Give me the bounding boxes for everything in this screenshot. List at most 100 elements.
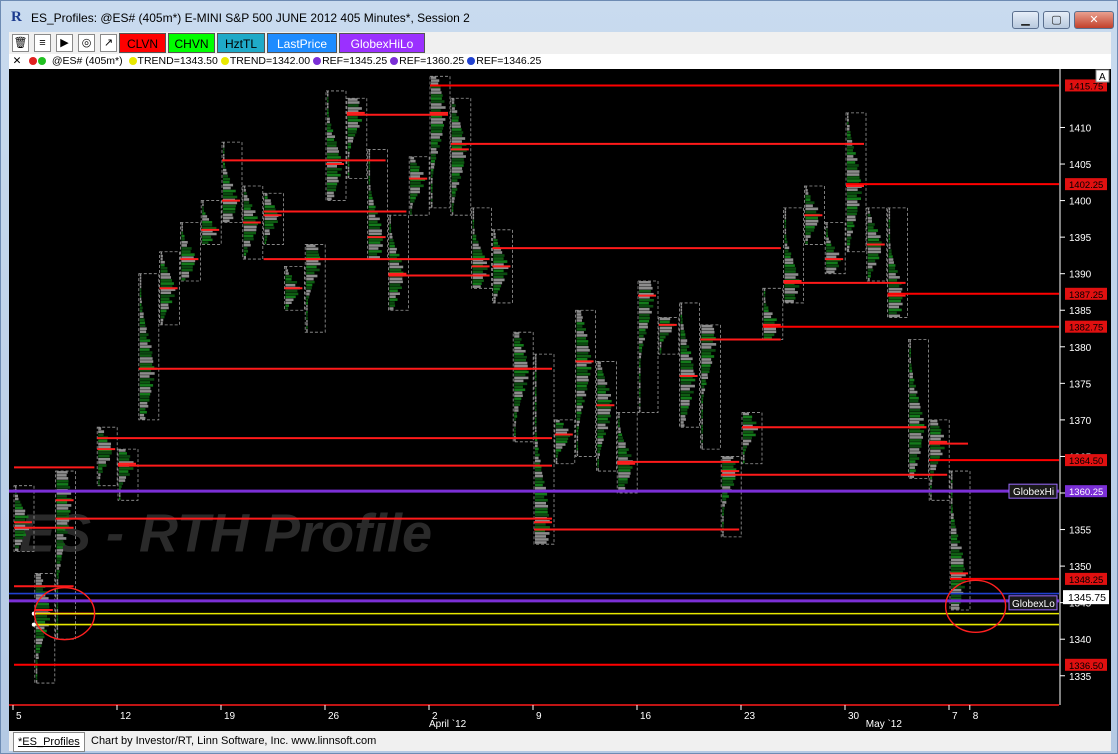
profile-row bbox=[431, 109, 441, 112]
profile-row bbox=[35, 677, 38, 680]
profile-row bbox=[98, 479, 100, 483]
profile-row bbox=[909, 381, 914, 385]
profile-row bbox=[389, 218, 391, 221]
profile-row bbox=[597, 408, 611, 412]
bar-chart-icon[interactable]: ≡ bbox=[34, 34, 51, 52]
profile-row bbox=[472, 234, 477, 238]
title-bar[interactable]: R ES_Profiles: @ES# (405m*) E-MINI S&P 5… bbox=[1, 1, 1117, 31]
profile-row bbox=[535, 541, 547, 544]
profile-row bbox=[535, 504, 549, 508]
clvn-button[interactable]: CLVN bbox=[119, 33, 166, 53]
profile-row bbox=[347, 122, 358, 125]
profile-row bbox=[909, 442, 922, 445]
chart-window: R ES_Profiles: @ES# (405m*) E-MINI S&P 5… bbox=[0, 0, 1118, 754]
profile-row bbox=[909, 387, 915, 391]
chart-tab[interactable]: *ES_Profiles bbox=[13, 732, 85, 752]
profile-row bbox=[139, 375, 150, 378]
profile-row bbox=[680, 342, 687, 345]
profile-row bbox=[680, 305, 683, 309]
close-button[interactable]: ✕ bbox=[1074, 11, 1114, 29]
profile-row bbox=[327, 129, 334, 133]
profile-row bbox=[35, 641, 43, 645]
lastprice-button[interactable]: LastPrice bbox=[267, 33, 337, 53]
profile-row bbox=[639, 361, 641, 365]
profile-row bbox=[306, 292, 310, 296]
profile-row bbox=[888, 237, 891, 241]
profile-row bbox=[639, 358, 641, 362]
profile-row bbox=[160, 257, 163, 261]
maximize-button[interactable]: ▢ bbox=[1043, 11, 1070, 29]
profile-row bbox=[223, 162, 226, 166]
profile-row bbox=[618, 472, 631, 475]
profile-row bbox=[35, 635, 45, 639]
profile-row bbox=[389, 233, 393, 236]
profile-row bbox=[639, 367, 641, 371]
trash-icon[interactable]: 🗑 bbox=[12, 34, 29, 52]
profile-row bbox=[285, 278, 292, 281]
profile-row bbox=[847, 224, 855, 228]
globex-hi-label: GlobexHi bbox=[1013, 487, 1054, 498]
profile-row bbox=[618, 427, 621, 431]
profile-row bbox=[847, 112, 849, 116]
profile-row bbox=[139, 315, 144, 319]
profile-row bbox=[139, 285, 142, 289]
profile-row bbox=[909, 399, 919, 403]
profile-row bbox=[98, 427, 102, 430]
profile-row bbox=[763, 294, 766, 297]
profile-row bbox=[472, 213, 475, 217]
profile-row bbox=[493, 287, 500, 291]
profile-row bbox=[701, 385, 705, 389]
profile-row bbox=[576, 432, 579, 436]
ttl-chart-icon[interactable]: ↗ bbox=[100, 34, 117, 52]
indicator-info-bar: ✕ @ES# (405m*) TREND=1343.50 TREND=1342.0… bbox=[9, 54, 1111, 69]
profile-row bbox=[930, 431, 941, 435]
profile-row bbox=[535, 526, 550, 529]
profile-row bbox=[805, 225, 815, 229]
clock-icon[interactable]: ◎ bbox=[78, 34, 95, 52]
profile-row bbox=[119, 458, 130, 461]
profile-row bbox=[347, 169, 350, 173]
profile-row bbox=[243, 225, 257, 229]
close-icon[interactable]: ✕ bbox=[11, 54, 23, 69]
profile-row bbox=[555, 460, 558, 464]
profile-row bbox=[181, 231, 184, 235]
profile-row bbox=[139, 401, 148, 405]
profile-row bbox=[535, 535, 547, 538]
profile-row bbox=[514, 346, 522, 350]
profile-row bbox=[451, 158, 464, 161]
profile-row bbox=[347, 172, 350, 176]
play-flag-icon[interactable]: ▶ bbox=[56, 34, 73, 52]
profile-row bbox=[597, 373, 604, 376]
chvn-button[interactable]: CHVN bbox=[168, 33, 215, 53]
chart-area[interactable]: ES - RTH Profile133513401345135013551360… bbox=[9, 69, 1111, 731]
minimize-button[interactable]: ▁ bbox=[1012, 11, 1039, 29]
hztl-button[interactable]: HztTL bbox=[217, 33, 265, 53]
profile-row bbox=[243, 256, 247, 259]
profile-row bbox=[639, 319, 650, 323]
globexhilo-button[interactable]: GlobexHiLo bbox=[339, 33, 425, 53]
profile-row bbox=[119, 473, 130, 476]
profile-chart[interactable]: ES - RTH Profile133513401345135013551360… bbox=[9, 69, 1111, 731]
profile-row bbox=[951, 519, 955, 523]
profile-row bbox=[139, 393, 151, 396]
profile-row bbox=[576, 441, 579, 445]
profile-row bbox=[202, 238, 213, 242]
profile-row bbox=[930, 428, 942, 432]
profile-row bbox=[597, 459, 600, 462]
profile-row bbox=[368, 238, 383, 241]
profile-row bbox=[535, 507, 548, 511]
profile-row bbox=[763, 321, 775, 325]
profile-row bbox=[576, 381, 589, 385]
profile-row bbox=[576, 316, 583, 319]
level-price-label: 1348.25 bbox=[1069, 575, 1103, 586]
profile-row bbox=[951, 606, 960, 610]
profile-row bbox=[701, 333, 714, 337]
profile-row bbox=[306, 307, 308, 311]
profile-row bbox=[56, 606, 59, 609]
profile-row bbox=[98, 473, 101, 477]
profile-row bbox=[535, 393, 537, 396]
profile-row bbox=[576, 313, 582, 316]
profile-row bbox=[347, 128, 357, 131]
profile-row bbox=[223, 156, 225, 160]
profile-row bbox=[451, 170, 463, 173]
